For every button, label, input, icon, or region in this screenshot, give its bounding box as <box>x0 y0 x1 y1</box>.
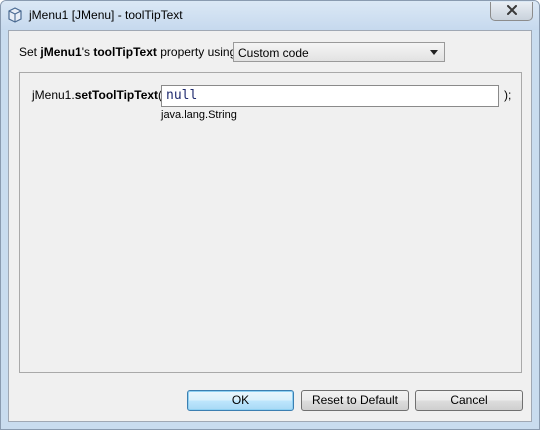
ok-button[interactable]: OK <box>187 390 294 411</box>
close-button[interactable] <box>490 2 533 21</box>
code-panel: jMenu1.setToolTipText( null ); java.lang… <box>19 72 522 373</box>
code-prefix: jMenu1.setToolTipText( <box>32 88 162 102</box>
editor-mode-select[interactable]: Custom code <box>233 42 445 62</box>
reset-to-default-button[interactable]: Reset to Default <box>301 390 409 411</box>
code-close-paren: ); <box>504 88 512 102</box>
property-label-prefix: Set <box>19 45 41 59</box>
code-value-input[interactable]: null <box>161 85 499 107</box>
chevron-down-icon <box>430 50 438 55</box>
window-title: jMenu1 [JMenu] - toolTipText <box>29 8 183 22</box>
cancel-button[interactable]: Cancel <box>415 390 523 411</box>
title-bar[interactable]: jMenu1 [JMenu] - toolTipText <box>1 1 539 30</box>
app-cube-icon <box>7 7 23 23</box>
property-label-suffix: property using: <box>156 45 240 59</box>
code-method-name: setToolTipText <box>74 88 159 102</box>
dialog-window: jMenu1 [JMenu] - toolTipText Set jMenu1'… <box>0 0 540 430</box>
type-hint: java.lang.String <box>161 109 237 121</box>
property-label-possessive: 's <box>81 45 94 59</box>
property-label: Set jMenu1's toolTipText property using: <box>19 45 240 59</box>
editor-mode-value: Custom code <box>238 46 309 60</box>
code-object-name: jMenu1. <box>32 88 75 102</box>
component-name: jMenu1 <box>40 45 82 59</box>
dialog-content: Set jMenu1's toolTipText property using:… <box>8 30 532 422</box>
property-name: toolTipText <box>93 45 157 59</box>
close-icon <box>506 4 518 18</box>
